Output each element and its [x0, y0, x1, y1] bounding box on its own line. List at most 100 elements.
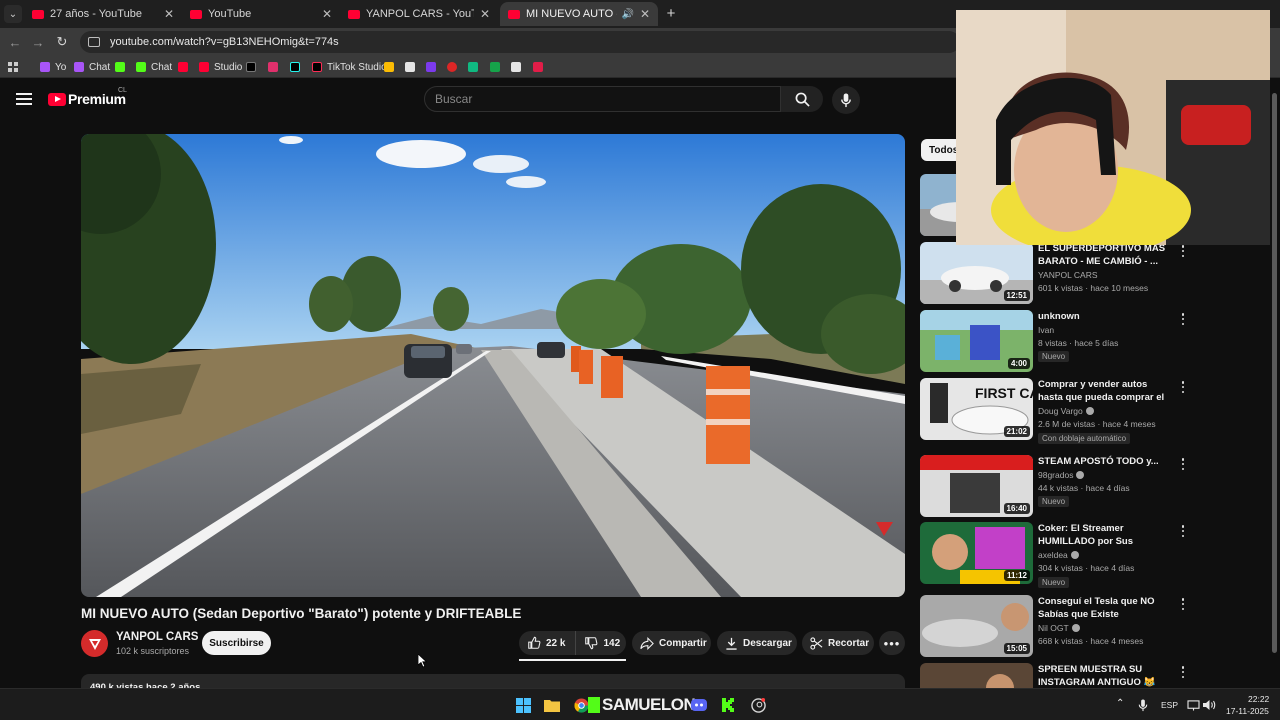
language-indicator[interactable]: ESP [1161, 700, 1178, 710]
rec-title[interactable]: Coker: El Streamer HUMILLADO por Sus AMI… [1038, 522, 1173, 549]
speaker-icon[interactable]: 🔊 [621, 9, 633, 20]
subscribe-button[interactable]: Suscribirse [202, 631, 271, 655]
recommendation-item[interactable]: SPREEN MUESTRA SU INSTAGRAM ANTIGUO 😹😹..… [920, 663, 1270, 688]
video-player[interactable] [81, 134, 905, 597]
like-button[interactable]: 22 k [519, 631, 577, 655]
search-button[interactable] [781, 86, 823, 112]
steam-icon[interactable] [749, 696, 767, 714]
file-explorer-icon[interactable] [543, 696, 561, 714]
tiktok-logo-icon [290, 62, 300, 72]
scrollbar-thumb[interactable] [1272, 93, 1277, 653]
rec-title[interactable]: Conseguí el Tesla que NO Sabías que Exis… [1038, 595, 1173, 621]
rec-title[interactable]: unknown [1038, 310, 1173, 323]
rec-title[interactable]: Comprar y vender autos hasta que pueda c… [1038, 378, 1173, 405]
bookmark-icon[interactable] [468, 60, 483, 74]
recommendation-item[interactable]: 15:05 Conseguí el Tesla que NO Sabías qu… [920, 595, 1270, 660]
reload-icon[interactable]: ↻ [52, 32, 72, 52]
dislike-button[interactable]: 142 [576, 636, 620, 650]
rec-title[interactable]: STEAM APOSTÓ TODO y... [1038, 455, 1173, 468]
youtube-bookmark-icon[interactable] [178, 60, 193, 74]
video-thumbnail[interactable] [920, 663, 1033, 688]
browser-tab[interactable]: YouTube ✕ [182, 2, 340, 26]
bookmark-icon[interactable] [405, 60, 420, 74]
video-thumbnail[interactable]: 11:12 [920, 522, 1033, 584]
channel-avatar[interactable] [81, 630, 108, 657]
apps-grid-icon[interactable] [8, 60, 18, 74]
recommendation-item[interactable]: 4:00 unknown Ivan 8 vistas · hace 5 días… [920, 310, 1270, 375]
instagram-icon[interactable] [268, 60, 283, 74]
search-input[interactable]: Buscar [424, 86, 781, 112]
voice-search-button[interactable] [832, 86, 860, 114]
recommendation-item[interactable]: FIRST CAR 21:02 Comprar y vender autos h… [920, 378, 1270, 444]
tiktok-icon[interactable] [290, 60, 305, 74]
page-scrollbar[interactable] [1270, 79, 1280, 688]
rec-title[interactable]: EL SUPERDEPORTIVO MAS BARATO - ME CAMBIÓ… [1038, 242, 1173, 268]
bookmark-tiktok-studio[interactable]: TikTok Studio [312, 60, 387, 74]
rec-channel[interactable]: 98grados [1038, 469, 1085, 482]
kick-app-icon[interactable] [720, 696, 738, 714]
bookmark-label: Yo [55, 61, 67, 73]
video-thumbnail[interactable]: 15:05 [920, 595, 1033, 657]
chevron-up-icon[interactable]: ⌃ [1116, 698, 1124, 709]
share-button[interactable]: Compartir [632, 631, 711, 655]
x-icon[interactable] [246, 60, 261, 74]
bookmark-icon[interactable] [533, 60, 548, 74]
kick-icon[interactable] [115, 60, 130, 74]
rec-title[interactable]: SPREEN MUESTRA SU INSTAGRAM ANTIGUO 😹😹..… [1038, 663, 1173, 688]
address-bar[interactable]: youtube.com/watch?v=gB13NEHOmig&t=774s [80, 31, 960, 53]
more-vertical-icon[interactable] [1178, 380, 1188, 394]
rec-channel[interactable]: axeldea [1038, 549, 1079, 562]
sheets-icon[interactable] [490, 60, 505, 74]
bookmark-icon[interactable] [447, 60, 462, 74]
drive-icon[interactable] [384, 60, 399, 74]
more-vertical-icon[interactable] [1178, 457, 1188, 471]
bookmark-icon[interactable] [426, 60, 441, 74]
unity-icon[interactable] [511, 60, 526, 74]
video-thumbnail[interactable]: FIRST CAR 21:02 [920, 378, 1033, 440]
tab-search-button[interactable]: ⌄ [4, 5, 22, 23]
more-vertical-icon[interactable] [1178, 244, 1188, 258]
close-icon[interactable]: ✕ [480, 7, 490, 21]
recommendation-item[interactable]: 11:12 Coker: El Streamer HUMILLADO por S… [920, 522, 1270, 588]
more-vertical-icon[interactable] [1178, 597, 1188, 611]
clock-time[interactable]: 22:22 [1248, 694, 1269, 704]
recommendation-item[interactable]: 12:51 EL SUPERDEPORTIVO MAS BARATO - ME … [920, 242, 1270, 307]
close-icon[interactable]: ✕ [322, 7, 332, 21]
discord-icon[interactable] [690, 696, 708, 714]
video-thumbnail[interactable]: 4:00 [920, 310, 1033, 372]
download-button[interactable]: Descargar [717, 631, 797, 655]
rec-channel[interactable]: YANPOL CARS [1038, 269, 1098, 282]
forward-arrow-icon[interactable]: → [28, 32, 48, 52]
rec-channel[interactable]: Doug Vargo [1038, 405, 1094, 418]
youtube-premium-logo[interactable]: Premium CL [48, 87, 127, 107]
new-tab-button[interactable]: + [662, 4, 680, 22]
bookmark-studio[interactable]: Studio [199, 60, 242, 74]
volume-icon[interactable] [1200, 696, 1218, 714]
bookmark-chat-kick[interactable]: Chat [136, 60, 172, 74]
close-icon[interactable]: ✕ [164, 7, 174, 21]
bookmark-chat[interactable]: Chat [74, 60, 110, 74]
video-thumbnail[interactable]: 16:40 [920, 455, 1033, 517]
more-vertical-icon[interactable] [1178, 524, 1188, 538]
browser-tab-active[interactable]: MI NUEVO AUTO (Sedan De 🔊 ✕ [500, 2, 658, 26]
menu-icon[interactable] [16, 93, 32, 105]
more-vertical-icon[interactable] [1178, 312, 1188, 326]
site-info-icon[interactable] [88, 37, 100, 47]
channel-name[interactable]: YANPOL CARS [116, 631, 198, 643]
rec-channel[interactable]: Nil OGT [1038, 622, 1080, 635]
bookmark-yo[interactable]: Yo [40, 60, 66, 74]
rec-stats: 44 k vistas · hace 4 días [1038, 483, 1130, 493]
close-icon[interactable]: ✕ [640, 7, 650, 21]
clock-date[interactable]: 17-11-2025 [1226, 706, 1269, 716]
more-actions-button[interactable]: ••• [879, 631, 905, 655]
browser-tab[interactable]: YANPOL CARS - YouTube ✕ [340, 2, 498, 26]
browser-tab[interactable]: 27 años - YouTube ✕ [24, 2, 182, 26]
video-thumbnail[interactable]: 12:51 [920, 242, 1033, 304]
clip-button[interactable]: Recortar [802, 631, 874, 655]
back-arrow-icon[interactable]: ← [5, 32, 25, 52]
rec-channel[interactable]: Ivan [1038, 324, 1054, 337]
microphone-icon[interactable] [1134, 696, 1152, 714]
recommendation-item[interactable]: 16:40 STEAM APOSTÓ TODO y... 98grados 44… [920, 455, 1270, 520]
windows-start-icon[interactable] [514, 696, 532, 714]
more-vertical-icon[interactable] [1178, 665, 1188, 679]
